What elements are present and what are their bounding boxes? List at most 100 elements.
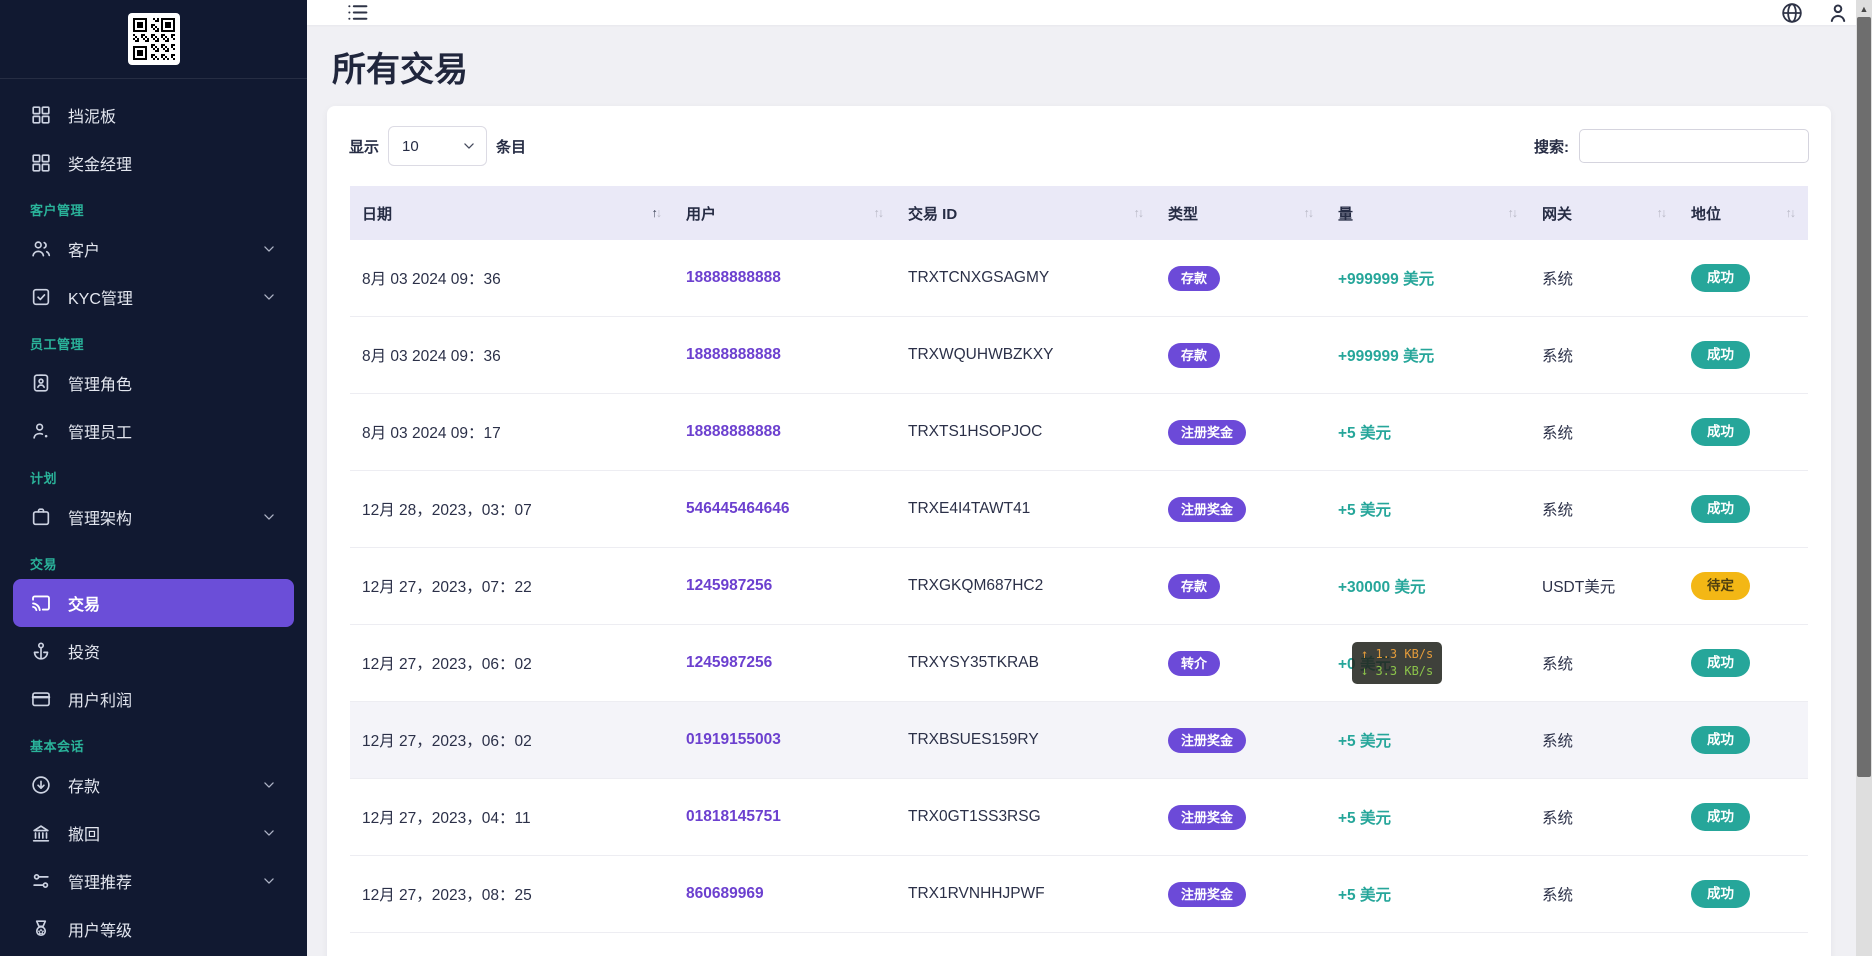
- status-badge: 成功: [1691, 495, 1750, 523]
- page-size-control: 显示 10 条目: [349, 126, 526, 166]
- user-link[interactable]: 860689969: [686, 885, 764, 902]
- page-scrollbar[interactable]: ▲: [1856, 0, 1872, 956]
- user-link[interactable]: 546445464646: [686, 500, 789, 517]
- column-header-2[interactable]: 交易 ID ↑↓: [896, 203, 1156, 224]
- search-input[interactable]: [1579, 129, 1809, 163]
- table-body: 8月 03 2024 09：3618888888888TRXTCNXGSAGMY…: [350, 240, 1808, 933]
- sidebar-item-label: 交易: [68, 591, 100, 615]
- cell-user: 01919155003: [674, 731, 896, 749]
- sidebar-section-label: 交易: [30, 555, 307, 575]
- cell-gateway: 系统: [1530, 806, 1679, 828]
- cell-status: 成功: [1679, 495, 1808, 523]
- scrollbar-up-arrow-icon[interactable]: ▲: [1856, 0, 1872, 17]
- cell-amount: +999999 美元: [1326, 344, 1530, 366]
- user-link[interactable]: 18888888888: [686, 423, 781, 440]
- cell-status: 成功: [1679, 418, 1808, 446]
- column-header-1[interactable]: 用户↑↓: [674, 203, 896, 224]
- cell-gateway: 系统: [1530, 729, 1679, 751]
- column-header-4[interactable]: 量↑↓: [1326, 203, 1530, 224]
- user-link[interactable]: 1245987256: [686, 577, 772, 594]
- column-header-0[interactable]: 日期↑↓: [350, 203, 674, 224]
- cell-transaction-id: TRX0GT1SS3RSG: [896, 808, 1156, 826]
- list-icon: [345, 0, 370, 25]
- network-speed-overlay: ↑ 1.3 KB/s↓ 3.3 KB/s: [1352, 642, 1442, 684]
- route-icon: [30, 870, 52, 892]
- sort-arrows-icon: ↑↓: [652, 207, 661, 220]
- cell-user: 18888888888: [674, 423, 896, 441]
- anchor-icon: [30, 640, 52, 662]
- status-badge: 成功: [1691, 418, 1750, 446]
- sidebar-item-2-1[interactable]: 管理员工: [13, 407, 294, 455]
- sidebar-item-0-1[interactable]: 奖金经理: [13, 139, 294, 187]
- cell-date: 12月 27，2023，08：25: [350, 883, 674, 905]
- column-header-3[interactable]: 类型↑↓: [1156, 203, 1326, 224]
- user-link[interactable]: 18888888888: [686, 346, 781, 363]
- chevron-down-icon: [462, 139, 476, 153]
- status-badge: 成功: [1691, 649, 1750, 677]
- sidebar-item-label: 撤回: [68, 821, 100, 845]
- logo[interactable]: [0, 0, 307, 79]
- amount-value: +999999 美元: [1338, 348, 1434, 365]
- table-row: 8月 03 2024 09：3618888888888TRXTCNXGSAGMY…: [350, 240, 1808, 317]
- column-label: 交易 ID: [908, 203, 957, 224]
- cell-transaction-id: TRXTCNXGSAGMY: [896, 269, 1156, 287]
- table-row: 8月 03 2024 09：1718888888888TRXTS1HSOPJOC…: [350, 394, 1808, 471]
- sidebar-item-label: 投资: [68, 639, 100, 663]
- credit-card-icon: [30, 688, 52, 710]
- chevron-down-icon: [262, 290, 276, 304]
- cell-status: 成功: [1679, 726, 1808, 754]
- sidebar-item-label: 管理推荐: [68, 869, 132, 893]
- cell-amount: +5 美元: [1326, 883, 1530, 905]
- cell-date: 8月 03 2024 09：17: [350, 421, 674, 443]
- user-link[interactable]: 1245987256: [686, 654, 772, 671]
- table-header-row: 日期↑↓用户↑↓交易 ID↑↓类型↑↓量↑↓网关↑↓地位↑↓: [350, 186, 1808, 240]
- content: 所有交易 显示 10 条目 搜索:: [307, 25, 1872, 956]
- cell-user: 18888888888: [674, 269, 896, 287]
- sidebar-item-1-0[interactable]: 客户: [13, 225, 294, 273]
- sidebar-item-4-0[interactable]: 交易: [13, 579, 294, 627]
- transactions-card: 显示 10 条目 搜索: 日期↑↓用户↑↓交易 ID↑↓类型↑↓量↑↓网关↑↓地…: [327, 106, 1831, 956]
- cell-user: 1245987256: [674, 654, 896, 672]
- page-size-select[interactable]: 10: [388, 126, 487, 166]
- cell-transaction-id: TRXYSY35TKRAB: [896, 654, 1156, 672]
- cell-date: 12月 27，2023，04：11: [350, 806, 674, 828]
- type-badge: 注册奖金: [1168, 420, 1246, 445]
- column-header-5[interactable]: 网关↑↓: [1530, 203, 1679, 224]
- sidebar-item-4-1[interactable]: 投资: [13, 627, 294, 675]
- cell-type: 注册奖金: [1156, 420, 1326, 445]
- sidebar-item-0-0[interactable]: 挡泥板: [13, 91, 294, 139]
- sidebar-item-4-2[interactable]: 用户利润: [13, 675, 294, 723]
- sidebar-item-5-0[interactable]: 存款: [13, 761, 294, 809]
- sort-arrows-icon: ↑↓: [1304, 207, 1313, 220]
- cell-status: 成功: [1679, 264, 1808, 292]
- download-speed: ↓ 3.3 KB/s: [1361, 663, 1433, 680]
- column-header-6[interactable]: 地位↑↓: [1679, 203, 1808, 224]
- sidebar-item-5-2[interactable]: 管理推荐: [13, 857, 294, 905]
- cell-amount: +30000 美元: [1326, 575, 1530, 597]
- table-row: 12月 27，2023，08：25860689969TRX1RVNHHJPWF注…: [350, 856, 1808, 933]
- user-link[interactable]: 01818145751: [686, 808, 781, 825]
- sidebar-item-label: KYC管理: [68, 285, 133, 309]
- amount-value: +30000 美元: [1338, 579, 1425, 596]
- sort-arrows-icon: ↑↓: [1134, 207, 1143, 220]
- sidebar-item-5-3[interactable]: 用户等级: [13, 905, 294, 953]
- user-link[interactable]: 01919155003: [686, 731, 781, 748]
- language-globe-button[interactable]: [1780, 1, 1804, 25]
- sidebar-item-1-1[interactable]: KYC管理: [13, 273, 294, 321]
- cell-amount: +5 美元: [1326, 729, 1530, 751]
- sidebar-item-5-1[interactable]: 撤回: [13, 809, 294, 857]
- sidebar-item-label: 存款: [68, 773, 100, 797]
- cell-amount: +5 美元: [1326, 806, 1530, 828]
- grid-icon: [30, 104, 52, 126]
- menu-toggle-button[interactable]: [345, 0, 370, 25]
- user-menu-button[interactable]: [1826, 1, 1850, 25]
- arrow-down-circle-icon: [30, 774, 52, 796]
- scrollbar-thumb[interactable]: [1857, 17, 1871, 777]
- user-link[interactable]: 18888888888: [686, 269, 781, 286]
- grid-icon: [30, 152, 52, 174]
- cell-gateway: 系统: [1530, 344, 1679, 366]
- sidebar-item-label: 挡泥板: [68, 103, 116, 127]
- sidebar-item-3-0[interactable]: 管理架构: [13, 493, 294, 541]
- sidebar-item-2-0[interactable]: 管理角色: [13, 359, 294, 407]
- cell-user: 1245987256: [674, 577, 896, 595]
